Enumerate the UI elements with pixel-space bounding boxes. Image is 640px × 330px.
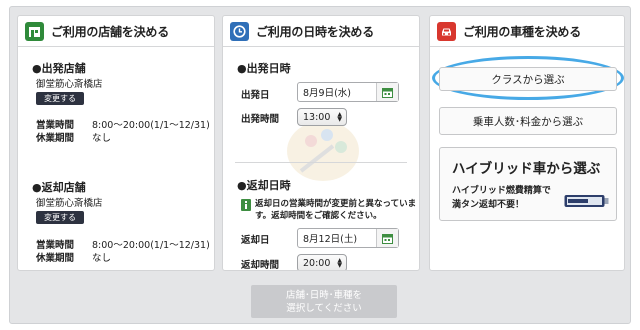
calendar-icon[interactable] xyxy=(376,83,398,101)
submit-line2: 選択してください xyxy=(286,302,362,314)
departure-store-heading: ●出発店舗 xyxy=(32,62,86,75)
battery-icon xyxy=(564,195,609,207)
class-select-button[interactable]: クラスから選ぶ xyxy=(439,67,617,91)
return-notice-line1: 返却日の営業時間が変更前と異なっていま xyxy=(255,199,417,209)
return-time-select[interactable]: 20:00 ▲ ▼ xyxy=(297,254,347,270)
return-store-heading: ●返却店舗 xyxy=(32,181,86,194)
submit-line1: 店舗･日時･車種を xyxy=(285,289,362,301)
submit-button[interactable]: 店舗･日時･車種を 選択してください xyxy=(251,285,397,318)
return-store-change-button[interactable]: 変更する xyxy=(36,211,84,224)
store-panel: ご利用の店舗を決める ●出発店舗 御堂筋心斎橋店 変更する 営業時間 8:00〜… xyxy=(17,15,215,271)
return-store-name: 御堂筋心斎橋店 xyxy=(36,198,103,209)
calendar-icon[interactable] xyxy=(376,229,398,247)
departure-time-label: 出発時間 xyxy=(241,114,280,125)
hybrid-title: ハイブリッド車から選ぶ xyxy=(452,161,601,177)
datetime-panel-title: ご利用の日時を決める xyxy=(256,24,375,39)
hybrid-subtitle-line2: 満タン返却不要！ xyxy=(452,200,525,210)
return-date-field[interactable]: 8月12日(土) xyxy=(297,228,399,248)
departure-date-field[interactable]: 8月9日(水) xyxy=(297,82,399,102)
vehicle-panel-title: ご利用の車種を決める xyxy=(463,24,582,39)
clock-icon xyxy=(230,21,249,41)
select-arrows-icon: ▲ ▼ xyxy=(337,257,342,269)
departure-time-value: 13:00 xyxy=(303,111,331,123)
departure-time-select[interactable]: 13:00 ▲ ▼ xyxy=(297,108,347,126)
return-notice-line2: す。返却時間をご確認ください。 xyxy=(255,211,382,221)
vehicle-panel: ご利用の車種を決める クラスから選ぶ 乗車人数･料金から選ぶ ハイブリッド車から… xyxy=(429,15,625,271)
datetime-divider xyxy=(235,162,407,163)
reservation-container: ご利用の店舗を決める ●出発店舗 御堂筋心斎橋店 変更する 営業時間 8:00〜… xyxy=(9,6,631,324)
return-hours-label: 営業時間 xyxy=(36,240,75,251)
car-icon xyxy=(437,21,456,41)
departure-hours-label: 営業時間 xyxy=(36,120,75,131)
store-panel-title: ご利用の店舗を決める xyxy=(51,24,170,39)
return-time-label: 返却時間 xyxy=(241,260,280,271)
return-date-label: 返却日 xyxy=(241,235,270,246)
departure-hours-value: 8:00〜20:00(1/1〜12/31) xyxy=(92,120,210,131)
hybrid-select-button[interactable]: ハイブリッド車から選ぶ ハイブリッド燃費精算で 満タン返却不要！ xyxy=(439,147,617,221)
return-date-value: 8月12日(土) xyxy=(303,234,358,245)
departure-closed-label: 休業期間 xyxy=(36,133,75,144)
capacity-price-select-button[interactable]: 乗車人数･料金から選ぶ xyxy=(439,107,617,135)
departure-date-label: 出発日 xyxy=(241,90,270,101)
vehicle-panel-header: ご利用の車種を決める xyxy=(430,16,624,47)
return-hours-value: 8:00〜20:00(1/1〜12/31) xyxy=(92,240,210,251)
departure-closed-value: なし xyxy=(92,133,112,144)
hybrid-subtitle-line1: ハイブリッド燃費精算で xyxy=(452,186,551,196)
return-time-value: 20:00 xyxy=(303,257,331,269)
departure-store-change-button[interactable]: 変更する xyxy=(36,92,84,105)
departure-store-name: 御堂筋心斎橋店 xyxy=(36,79,103,90)
store-panel-header: ご利用の店舗を決める xyxy=(18,16,214,47)
datetime-panel-header: ご利用の日時を決める xyxy=(223,16,419,47)
departure-date-value: 8月9日(水) xyxy=(303,88,352,99)
return-datetime-heading: ●返却日時 xyxy=(237,179,291,192)
datetime-panel: ご利用の日時を決める ●出発日時 出発日 8月9日(水) 出発時間 13:00 … xyxy=(222,15,420,271)
store-icon xyxy=(25,21,44,41)
departure-datetime-heading: ●出発日時 xyxy=(237,62,291,75)
select-arrows-icon: ▲ ▼ xyxy=(337,111,342,123)
return-closed-label: 休業期間 xyxy=(36,253,75,264)
info-icon xyxy=(241,199,251,211)
return-closed-value: なし xyxy=(92,253,112,264)
